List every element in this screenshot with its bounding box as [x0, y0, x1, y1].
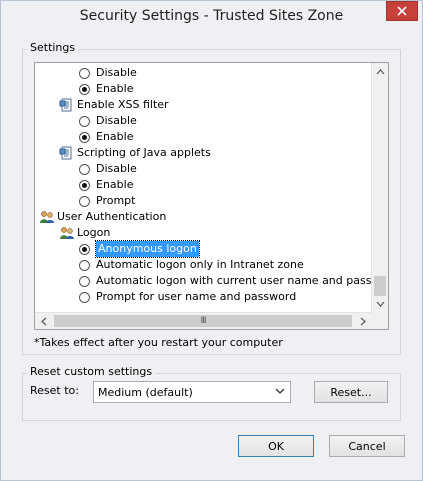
chevron-left-icon: [40, 317, 46, 326]
chevron-right-icon: [360, 317, 366, 326]
setting-category: Logon: [59, 225, 110, 241]
scrollbar-corner: [371, 312, 388, 329]
radio-label: Prompt for user name and password: [96, 290, 297, 303]
radio-label: Disable: [96, 162, 137, 175]
radio-option[interactable]: Disable: [79, 65, 137, 81]
ok-button[interactable]: OK: [238, 435, 314, 457]
category-label: Scripting of Java applets: [77, 146, 211, 159]
reset-level-value: Medium (default): [98, 385, 193, 399]
users-icon: [39, 210, 54, 224]
setting-category: Enable XSS filter: [59, 97, 169, 113]
radio-label: Automatic logon with current user name a…: [96, 274, 371, 287]
scroll-right-button[interactable]: [354, 313, 371, 329]
cancel-button[interactable]: Cancel: [329, 435, 405, 457]
horizontal-scrollbar[interactable]: III: [35, 312, 371, 329]
radio-option[interactable]: Enable: [79, 177, 133, 193]
reset-button[interactable]: Reset...: [314, 381, 388, 403]
radio-option[interactable]: Automatic logon with current user name a…: [79, 273, 371, 289]
radio-button[interactable]: [79, 131, 90, 143]
scroll-grip: III: [200, 316, 207, 326]
reset-to-label: Reset to:: [30, 384, 79, 397]
security-settings-dialog: Security Settings - Trusted Sites Zone S…: [0, 0, 423, 481]
radio-button[interactable]: [79, 179, 90, 191]
radio-button[interactable]: [79, 115, 90, 127]
radio-label: Enable: [96, 178, 134, 191]
title-bar[interactable]: Security Settings - Trusted Sites Zone: [1, 1, 422, 31]
radio-option[interactable]: Anonymous logon: [79, 240, 200, 258]
reset-group-label: Reset custom settings: [27, 365, 156, 378]
settings-page-icon: [59, 98, 73, 112]
category-label: Logon: [77, 226, 111, 239]
settings-page-icon: [59, 146, 73, 160]
radio-option[interactable]: Prompt for user name and password: [79, 289, 296, 305]
radio-button[interactable]: [79, 259, 90, 271]
radio-label: Automatic logon only in Intranet zone: [96, 258, 304, 271]
vertical-scrollbar[interactable]: [371, 63, 388, 312]
radio-button[interactable]: [79, 163, 90, 175]
radio-button[interactable]: [79, 83, 90, 95]
users-icon: [59, 226, 74, 240]
radio-option[interactable]: Enable: [79, 129, 133, 145]
category-label: Enable XSS filter: [77, 98, 169, 111]
radio-button[interactable]: [79, 243, 90, 255]
radio-label: Anonymous logon: [95, 240, 200, 258]
radio-button[interactable]: [79, 195, 90, 207]
radio-label: Enable: [96, 82, 134, 95]
scroll-left-button[interactable]: [35, 313, 52, 329]
close-icon: [397, 6, 407, 16]
category-label: User Authentication: [57, 210, 167, 223]
radio-option[interactable]: Enable: [79, 81, 133, 97]
horizontal-scroll-thumb[interactable]: III: [54, 315, 352, 327]
radio-label: Prompt: [96, 194, 136, 207]
chevron-down-icon: [376, 301, 385, 307]
setting-category: Scripting of Java applets: [59, 145, 211, 161]
settings-list[interactable]: Disable Enable Enable XSS filter Disable Ena…: [34, 62, 389, 330]
radio-option[interactable]: Automatic logon only in Intranet zone: [79, 257, 304, 273]
restart-note: *Takes effect after you restart your com…: [34, 336, 283, 349]
radio-option[interactable]: Disable: [79, 161, 137, 177]
scroll-down-button[interactable]: [372, 295, 388, 312]
radio-label: Disable: [96, 114, 137, 127]
chevron-up-icon: [376, 68, 385, 74]
chevron-down-icon: [275, 386, 285, 397]
reset-level-select[interactable]: Medium (default): [93, 381, 291, 403]
radio-label: Disable: [96, 66, 137, 79]
radio-button[interactable]: [79, 275, 90, 287]
radio-option[interactable]: Prompt: [79, 193, 135, 209]
window-title: Security Settings - Trusted Sites Zone: [79, 8, 344, 24]
radio-button[interactable]: [79, 291, 90, 303]
vertical-scroll-thumb[interactable]: [374, 276, 386, 296]
radio-label: Enable: [96, 130, 134, 143]
radio-button[interactable]: [79, 67, 90, 79]
scroll-up-button[interactable]: [372, 63, 388, 80]
settings-list-content: Disable Enable Enable XSS filter Disable Ena…: [35, 63, 371, 312]
settings-group-label: Settings: [27, 41, 79, 54]
radio-option[interactable]: Disable: [79, 113, 137, 129]
setting-category: User Authentication: [39, 209, 166, 225]
close-button[interactable]: [386, 1, 418, 21]
